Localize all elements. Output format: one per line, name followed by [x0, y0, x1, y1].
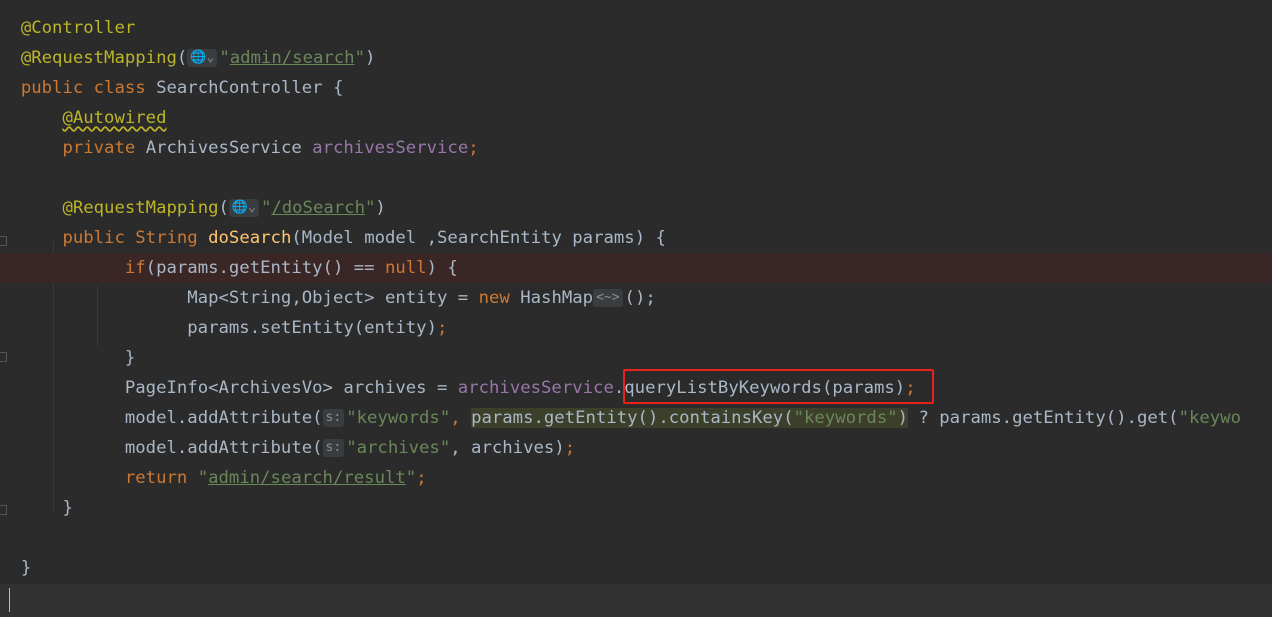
code-line-16: return "admin/search/result";	[124, 468, 427, 488]
code-line-17: }	[62, 498, 73, 518]
annotation: @RequestMapping	[62, 198, 219, 218]
chevron-down-icon: ⌄	[248, 200, 256, 215]
code-line-5: private ArchivesService archivesService;	[62, 138, 479, 158]
diamond-hint: <~>	[593, 289, 623, 307]
text-caret	[9, 588, 10, 612]
code-line-7: @RequestMapping(🌐⌄ "/doSearch")	[62, 198, 386, 218]
annotation: @RequestMapping	[20, 48, 177, 68]
method-name: doSearch	[208, 228, 292, 248]
code-line-1: @Controller	[0, 13, 1272, 43]
mapping-path[interactable]: /doSearch	[271, 198, 365, 218]
code-line-4: @Autowired	[0, 103, 1272, 133]
code-line-10: Map<String,Object> entity = new HashMap <…	[187, 288, 656, 308]
param-hint: s:	[322, 439, 345, 457]
code-line-9: if(params.getEntity() == null) {	[0, 253, 1272, 283]
code-editor[interactable]: @Controller @RequestMapping(🌐⌄ "admin/sea…	[0, 0, 1272, 617]
code-line-3: public class SearchController {	[20, 78, 344, 98]
annotation: @Autowired	[62, 108, 167, 128]
annotation: @Controller	[20, 18, 136, 38]
code-line-14: model.addAttribute(s: "keywords", params.…	[124, 408, 1241, 428]
return-path[interactable]: admin/search/result	[208, 468, 406, 488]
url-hint[interactable]: 🌐⌄	[228, 199, 259, 217]
code-line-11: params.setEntity(entity);	[187, 318, 448, 338]
url-hint[interactable]: 🌐⌄	[187, 49, 218, 67]
param-hint: s:	[322, 409, 345, 427]
code-line-15: model.addAttribute(s: "archives", archive…	[124, 438, 576, 458]
code-line-19: }	[20, 558, 32, 578]
current-line[interactable]	[0, 584, 1272, 617]
code-line-8: public String doSearch(Model model ,Sear…	[62, 228, 666, 248]
class-name: SearchController {	[156, 78, 344, 98]
globe-icon: 🌐	[231, 200, 249, 215]
code-line-2: @RequestMapping(🌐⌄ "admin/search")	[20, 48, 376, 68]
mapping-path[interactable]: admin/search	[230, 48, 355, 68]
globe-icon: 🌐	[190, 50, 207, 65]
chevron-down-icon: ⌄	[206, 50, 215, 65]
highlight-box	[623, 369, 934, 404]
